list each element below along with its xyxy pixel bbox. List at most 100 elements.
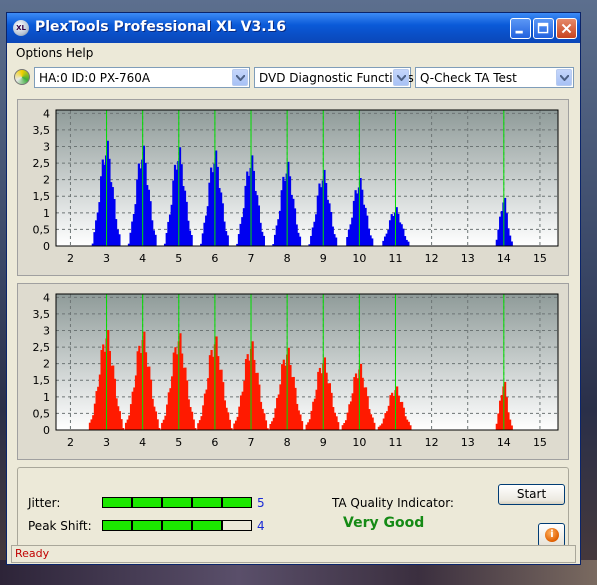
y-tick-label: 0 (43, 424, 50, 437)
meter-segment (162, 520, 192, 531)
chevron-down-icon[interactable] (393, 69, 409, 86)
y-tick-label: 2 (43, 174, 50, 187)
meter-segment (102, 497, 132, 508)
y-tick-label: 2,5 (33, 341, 51, 354)
x-tick-label: 9 (320, 436, 327, 449)
minimize-button[interactable] (510, 18, 531, 39)
x-tick-label: 5 (175, 436, 182, 449)
chart-bar (226, 235, 229, 246)
chart-bar (510, 425, 513, 430)
app-icon: XL (13, 20, 29, 36)
chart-bar (298, 236, 302, 246)
chevron-down-icon[interactable] (232, 69, 248, 86)
meter-segment (102, 520, 132, 531)
chart-bar (409, 425, 412, 430)
menu-bar: Options Help (7, 43, 580, 63)
y-tick-label: 3 (43, 324, 50, 337)
y-tick-label: 3,5 (33, 308, 51, 321)
meter-segment (132, 497, 162, 508)
y-tick-label: 3,5 (33, 124, 51, 137)
test-select[interactable]: Q-Check TA Test (415, 67, 574, 88)
quality-indicator-label: TA Quality Indicator: (332, 496, 454, 510)
jitter-chart: 0 0,5 1 1,5 2 2,5 3 3,5 4 2 3 4 5 6 7 8 9 10 11 12 13 14 15 (33, 107, 559, 265)
x-tick-label: 12 (425, 436, 439, 449)
menu-help[interactable]: Help (66, 46, 93, 60)
jitter-chart-panel: 0 0,5 1 1,5 2 2,5 3 3,5 4 2 3 4 5 6 7 8 9 10 11 12 13 14 15 (17, 99, 569, 276)
x-tick-label: 6 (211, 252, 218, 265)
x-tick-label: 11 (388, 436, 402, 449)
x-tick-label: 14 (497, 252, 511, 265)
function-select[interactable]: DVD Diagnostic Functions (254, 67, 414, 88)
chart-bar (373, 422, 376, 430)
jitter-label: Jitter: (28, 496, 61, 510)
meter-segment (192, 520, 222, 531)
chart-bar (510, 241, 513, 246)
x-tick-label: 6 (211, 436, 218, 449)
title-bar[interactable]: XL PlexTools Professional XL V3.16 (7, 13, 580, 43)
x-tick-label: 7 (248, 252, 255, 265)
y-tick-label: 0 (43, 240, 50, 253)
y-tick-label: 3 (43, 140, 50, 153)
x-tick-label: 3 (103, 252, 110, 265)
app-window: XL PlexTools Professional XL V3.16 Optio… (6, 12, 581, 565)
chart-bar (407, 241, 410, 246)
info-icon: i (545, 528, 559, 542)
x-tick-label: 4 (139, 252, 146, 265)
chart-bar (335, 237, 338, 246)
x-tick-label: 10 (352, 252, 366, 265)
close-icon (561, 23, 572, 34)
chart-bar (118, 234, 121, 246)
quality-indicator-value: Very Good (343, 515, 425, 531)
status-text: Ready (15, 547, 50, 560)
y-tick-label: 1,5 (33, 190, 51, 203)
results-panel: Jitter: 5 Peak Shift: 4 TA Quality Indic… (17, 467, 569, 552)
disc-icon (14, 69, 30, 85)
x-tick-label: 12 (425, 252, 439, 265)
chart-bar (154, 234, 157, 246)
toolbar: HA:0 ID:0 PX-760A DVD Diagnostic Functio… (7, 63, 580, 91)
status-bar: Ready (11, 545, 576, 563)
close-button[interactable] (556, 18, 577, 39)
window-title: PlexTools Professional XL V3.16 (35, 19, 287, 35)
chart-bar (190, 235, 193, 246)
drive-select[interactable]: HA:0 ID:0 PX-760A (34, 67, 250, 88)
meter-segment (192, 497, 222, 508)
x-tick-label: 4 (139, 436, 146, 449)
x-tick-label: 15 (533, 252, 547, 265)
y-tick-label: 2 (43, 358, 50, 371)
x-tick-label: 15 (533, 436, 547, 449)
maximize-icon (537, 22, 549, 34)
chart-bar (371, 238, 374, 246)
test-select-value: Q-Check TA Test (420, 71, 517, 85)
x-tick-label: 11 (388, 252, 402, 265)
x-tick-label: 5 (175, 252, 182, 265)
y-tick-label: 1 (43, 391, 50, 404)
meter-segment (162, 497, 192, 508)
x-tick-label: 2 (67, 436, 74, 449)
menu-options[interactable]: Options (16, 46, 62, 60)
minimize-icon (515, 30, 523, 34)
x-tick-label: 3 (103, 436, 110, 449)
y-tick-label: 4 (43, 107, 50, 120)
jitter-value: 5 (257, 496, 265, 510)
maximize-button[interactable] (533, 18, 554, 39)
peak-shift-chart: 0 0,5 1 1,5 2 2,5 3 3,5 4 2 3 4 5 6 7 8 9 10 11 12 13 14 15 (33, 291, 559, 449)
chart-bar (300, 421, 304, 430)
x-tick-label: 9 (320, 252, 327, 265)
function-select-value: DVD Diagnostic Functions (259, 71, 414, 85)
x-tick-label: 8 (284, 436, 291, 449)
meter-segment (132, 520, 162, 531)
x-tick-label: 2 (67, 252, 74, 265)
x-tick-label: 14 (497, 436, 511, 449)
peak-shift-value: 4 (257, 519, 265, 533)
x-tick-label: 13 (461, 252, 475, 265)
chevron-down-icon[interactable] (556, 69, 572, 86)
y-tick-label: 0,5 (33, 223, 51, 236)
start-button[interactable]: Start (498, 484, 565, 505)
x-tick-label: 7 (248, 436, 255, 449)
y-tick-label: 4 (43, 291, 50, 304)
info-button[interactable]: i (538, 523, 565, 547)
peak-shift-chart-panel: 0 0,5 1 1,5 2 2,5 3 3,5 4 2 3 4 5 6 7 8 9 10 11 12 13 14 15 (17, 283, 569, 460)
meter-segment (222, 520, 252, 531)
y-tick-label: 0,5 (33, 407, 51, 420)
